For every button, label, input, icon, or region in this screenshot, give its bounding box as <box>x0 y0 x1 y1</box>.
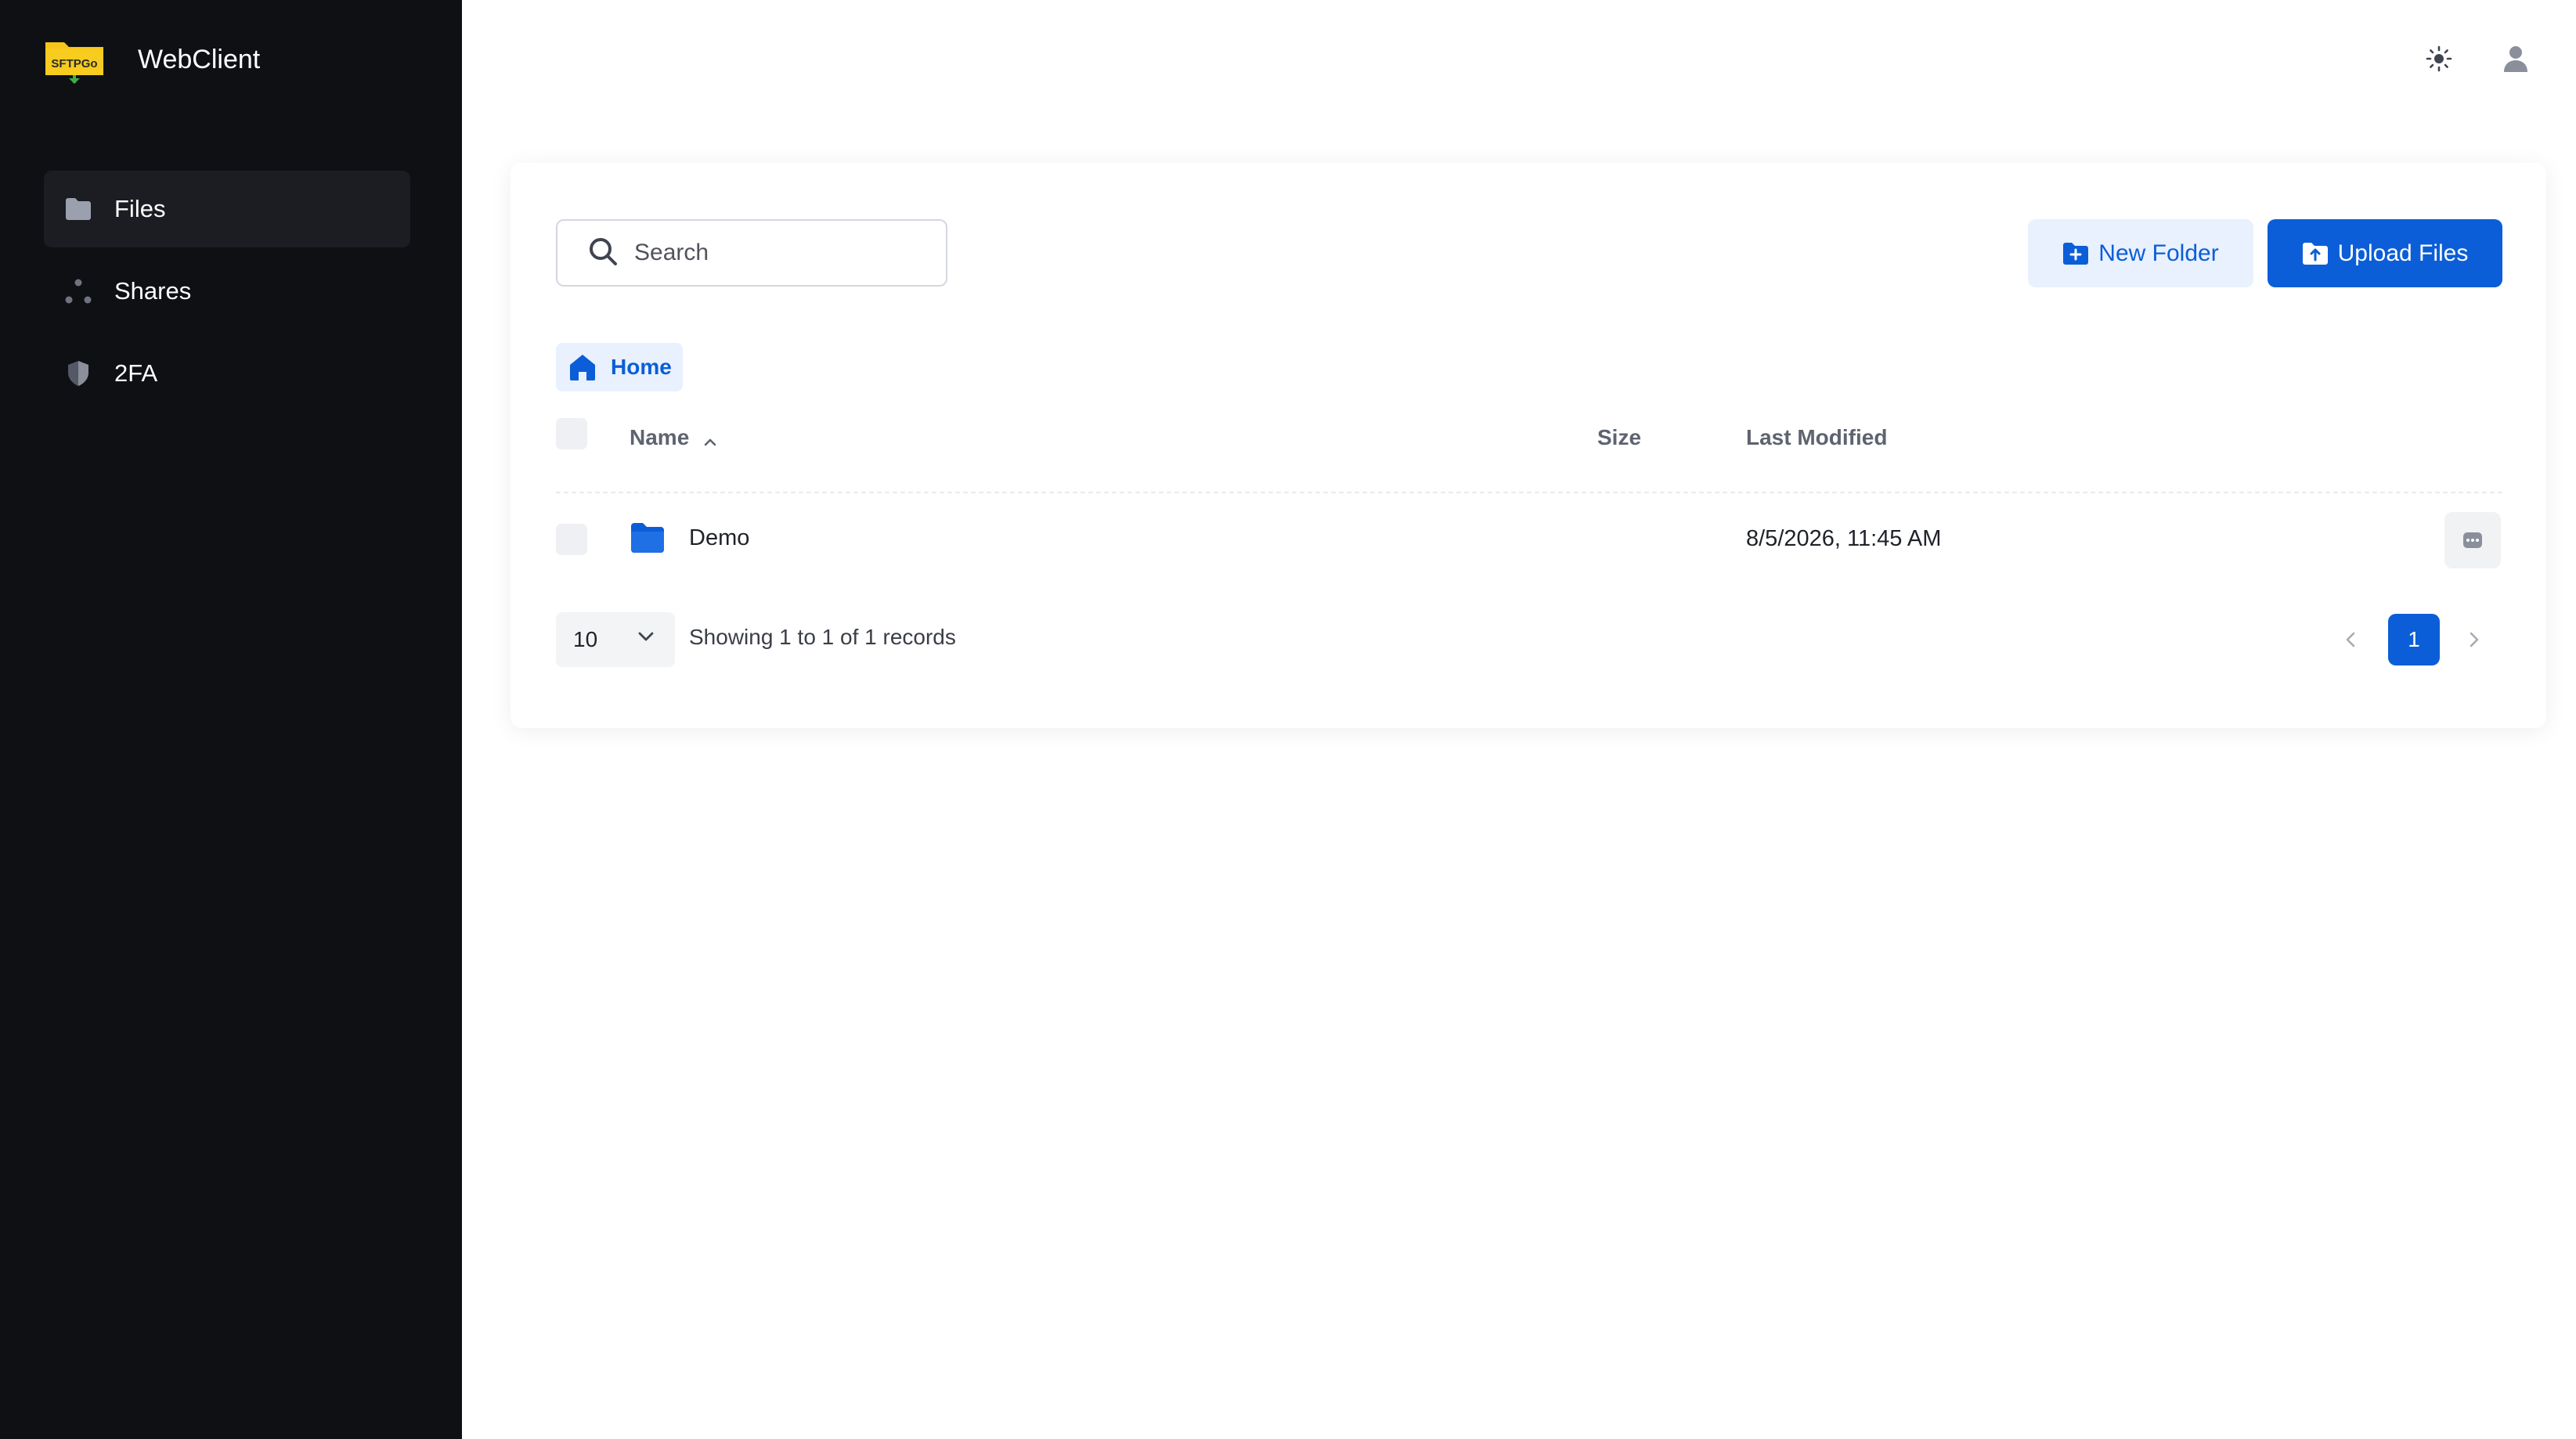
sidebar-item-shares[interactable]: Shares <box>44 253 410 330</box>
table-header <box>556 407 2502 493</box>
column-header-last-modified[interactable]: Last Modified <box>1746 425 1887 450</box>
select-all-checkbox[interactable] <box>556 418 587 449</box>
sftpgo-logo: SFTPGo <box>44 34 105 85</box>
next-page-button[interactable] <box>2455 621 2493 658</box>
breadcrumb-label: Home <box>611 355 672 379</box>
user-icon <box>2502 44 2530 78</box>
previous-page-button[interactable] <box>2332 621 2369 658</box>
search-icon <box>587 236 619 271</box>
upload-files-label: Upload Files <box>2337 240 2469 266</box>
search-input[interactable] <box>633 239 915 267</box>
user-menu-button[interactable] <box>2496 41 2535 80</box>
chevron-left-icon <box>2345 631 2356 648</box>
new-folder-button[interactable]: New Folder <box>2028 219 2253 287</box>
breadcrumb-home[interactable]: Home <box>556 343 683 391</box>
shield-icon <box>63 358 94 389</box>
file-browser-card: New Folder Upload Files Home Name Size L… <box>511 163 2546 728</box>
row-actions-button[interactable] <box>2444 512 2501 568</box>
column-header-name[interactable]: Name <box>630 425 717 452</box>
records-summary: Showing 1 to 1 of 1 records <box>689 625 956 649</box>
brand[interactable]: SFTPGo WebClient <box>44 34 260 85</box>
chevron-right-icon <box>2469 631 2480 648</box>
more-icon <box>2462 532 2483 549</box>
upload-files-button[interactable]: Upload Files <box>2268 219 2502 287</box>
sidebar-item-2fa[interactable]: 2FA <box>44 335 410 412</box>
file-last-modified: 8/5/2026, 11:45 AM <box>1746 526 1942 551</box>
table-row[interactable]: Demo <box>630 521 749 554</box>
sidebar-item-label: 2FA <box>114 359 158 387</box>
folder-plus-icon <box>2062 242 2089 265</box>
column-header-size[interactable]: Size <box>1597 425 1641 450</box>
chevron-down-icon <box>637 631 655 642</box>
sidebar-item-label: Files <box>114 195 166 222</box>
sidebar-item-label: Shares <box>114 277 192 305</box>
page-size-value: 10 <box>573 627 598 651</box>
search-box[interactable] <box>556 219 947 287</box>
row-checkbox[interactable] <box>556 524 587 555</box>
folder-upload-icon <box>2302 242 2329 265</box>
sidebar-nav: Files Shares 2FA <box>44 171 410 417</box>
column-label: Name <box>630 425 690 449</box>
sidebar-item-files[interactable]: Files <box>44 171 410 247</box>
page-size-select[interactable]: 10 <box>556 612 675 667</box>
page-button-1[interactable]: 1 <box>2388 614 2440 665</box>
new-folder-label: New Folder <box>2098 240 2219 266</box>
folder-icon <box>630 521 666 554</box>
sun-icon <box>2425 45 2453 77</box>
file-name: Demo <box>689 525 750 550</box>
sidebar: SFTPGo WebClient Files Shares 2FA <box>0 0 462 1439</box>
app-title: WebClient <box>138 44 261 74</box>
folder-icon <box>63 193 94 225</box>
home-icon <box>567 352 598 383</box>
sort-asc-icon <box>703 427 717 452</box>
theme-toggle-button[interactable] <box>2419 41 2459 80</box>
logo-text: SFTPGo <box>51 57 97 70</box>
share-icon <box>63 276 94 307</box>
